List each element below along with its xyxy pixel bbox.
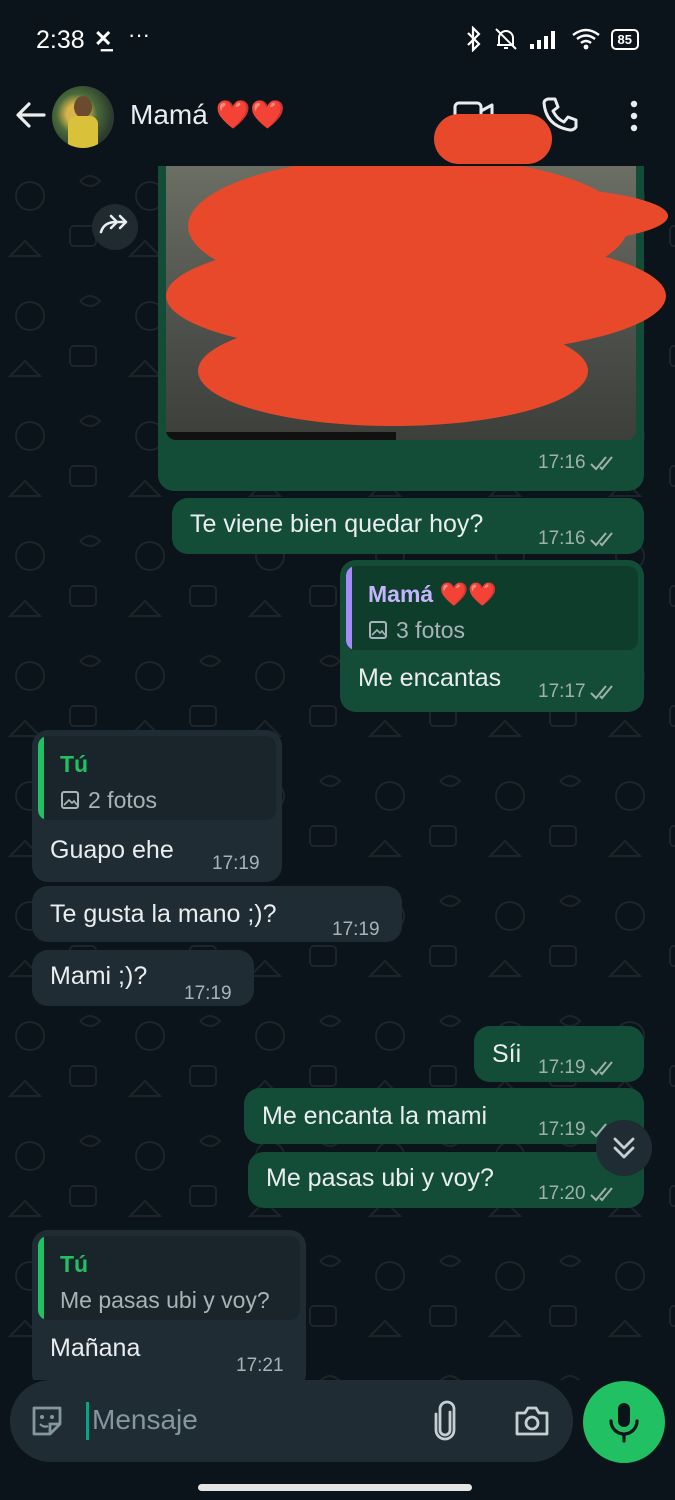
message-time-row: 17:21 (236, 1350, 284, 1380)
message-bubble-reply[interactable]: Tú 2 fotos Guapo ehe 17:19 (32, 730, 282, 882)
chat-area[interactable]: 17:16 Te viene bien quedar hoy? 17:16 Ma… (0, 166, 675, 1380)
message-bubble[interactable]: Me encanta la mami 17:19 (244, 1088, 644, 1144)
message-time: 17:19 (538, 1119, 586, 1140)
more-vert-icon[interactable] (622, 98, 646, 134)
attach-icon[interactable] (428, 1400, 462, 1442)
message-time: 17:17 (538, 681, 586, 702)
signal-icon (529, 31, 555, 49)
double-check-icon (589, 1187, 613, 1202)
redaction-mark (338, 186, 668, 246)
message-time-row: 17:19 (332, 914, 380, 946)
quote-body: 3 fotos (368, 614, 465, 646)
mic-button[interactable] (583, 1381, 665, 1463)
message-text: Mañana (50, 1334, 141, 1362)
quote-bar (38, 736, 44, 820)
message-text: Te viene bien quedar hoy? (190, 510, 484, 538)
message-bubble[interactable]: Te gusta la mano ;)? 17:19 (32, 886, 402, 942)
image-icon (61, 791, 79, 809)
message-input[interactable]: Mensaje (92, 1404, 198, 1436)
message-input-box[interactable]: Mensaje (10, 1380, 573, 1462)
composer-bar: Mensaje (0, 1380, 675, 1500)
double-check-icon (589, 532, 613, 547)
message-time: 17:19 (332, 919, 380, 940)
message-bubble[interactable]: Me pasas ubi y voy? 17:20 (248, 1152, 644, 1208)
avatar[interactable] (52, 86, 114, 148)
wifi-icon (571, 28, 600, 50)
message-bubble-photo[interactable]: 17:16 (158, 166, 668, 491)
redaction-mark (434, 114, 552, 164)
image-icon (369, 621, 387, 639)
quoted-message[interactable]: Tú 2 fotos (38, 736, 276, 820)
message-time-row: 17:16 (538, 452, 620, 474)
forward-button[interactable] (92, 204, 138, 250)
bluetooth-icon (466, 26, 481, 52)
message-text: Me encantas (358, 664, 502, 692)
camera-icon[interactable] (512, 1402, 552, 1440)
home-indicator[interactable] (198, 1484, 472, 1491)
message-time: 17:21 (236, 1355, 284, 1376)
quote-text: 2 fotos (88, 787, 158, 813)
status-bar: 2:38 ✕̲ ··· 85 (0, 0, 675, 80)
message-text: Me encanta la mami (262, 1102, 488, 1130)
quote-author: Tú (60, 751, 89, 777)
double-check-icon (589, 1061, 613, 1076)
message-time: 17:20 (538, 1183, 586, 1204)
status-time: 2:38 (36, 26, 85, 54)
forward-icon (99, 214, 128, 234)
message-time-row: 17:19 (184, 978, 232, 1010)
message-bubble[interactable]: Mami ;)? 17:19 (32, 950, 254, 1006)
message-time-row: 17:19 (538, 1052, 620, 1084)
message-time-row: 17:20 (538, 1178, 620, 1210)
message-time: 17:16 (538, 452, 586, 473)
message-time: 17:16 (538, 528, 586, 549)
message-time-row: 17:17 (538, 676, 620, 708)
chat-header: Mamá ❤️❤️ (0, 80, 675, 166)
double-check-icon (589, 456, 613, 471)
message-bubble-reply[interactable]: Mamá ❤️❤️ 3 fotos Me encantas 17:17 (340, 560, 644, 712)
quote-text: 3 fotos (396, 617, 466, 643)
redaction-mark (198, 316, 588, 426)
battery-indicator: 85 (610, 28, 639, 50)
back-arrow-icon[interactable] (14, 98, 48, 132)
quoted-message[interactable]: Mamá ❤️❤️ 3 fotos (346, 566, 638, 650)
message-text: Mami ;)? (50, 962, 148, 990)
mic-icon (609, 1403, 639, 1443)
quote-body: Me pasas ubi y voy? (60, 1284, 270, 1316)
message-text: Te gusta la mano ;)? (50, 900, 277, 928)
message-time-row: 17:19 (212, 848, 260, 880)
message-time: 17:19 (184, 983, 232, 1004)
message-bubble[interactable]: Te viene bien quedar hoy? 17:16 (172, 498, 644, 554)
text-cursor (86, 1402, 89, 1440)
sticker-icon[interactable] (28, 1402, 66, 1440)
double-check-icon (589, 685, 613, 700)
message-time-row: 17:16 (538, 523, 620, 555)
mute-bell-icon (494, 28, 517, 50)
message-text: Síi (492, 1040, 522, 1068)
status-icons: 85 (465, 26, 639, 52)
quote-bar (346, 566, 352, 650)
quote-bar (38, 1236, 44, 1320)
quote-body: 2 fotos (60, 784, 157, 816)
message-time: 17:19 (538, 1057, 586, 1078)
status-more: ··· (128, 22, 150, 47)
chevron-double-down-icon (613, 1137, 635, 1159)
message-time: 17:19 (212, 853, 260, 874)
quoted-message[interactable]: Tú Me pasas ubi y voy? (38, 1236, 300, 1320)
quote-author: Mamá ❤️❤️ (368, 581, 497, 607)
message-bubble-reply[interactable]: Tú Me pasas ubi y voy? Mañana 17:21 (32, 1230, 306, 1380)
notification-icon: ✕̲ (94, 26, 113, 51)
quote-text: Me pasas ubi y voy? (60, 1287, 270, 1313)
scroll-to-bottom-button[interactable] (596, 1120, 652, 1176)
message-bubble[interactable]: Síi 17:19 (474, 1026, 644, 1082)
message-text: Guapo ehe (50, 836, 174, 864)
contact-name[interactable]: Mamá ❤️❤️ (130, 98, 285, 131)
quote-author: Tú (60, 1251, 89, 1277)
message-text: Me pasas ubi y voy? (266, 1164, 494, 1192)
